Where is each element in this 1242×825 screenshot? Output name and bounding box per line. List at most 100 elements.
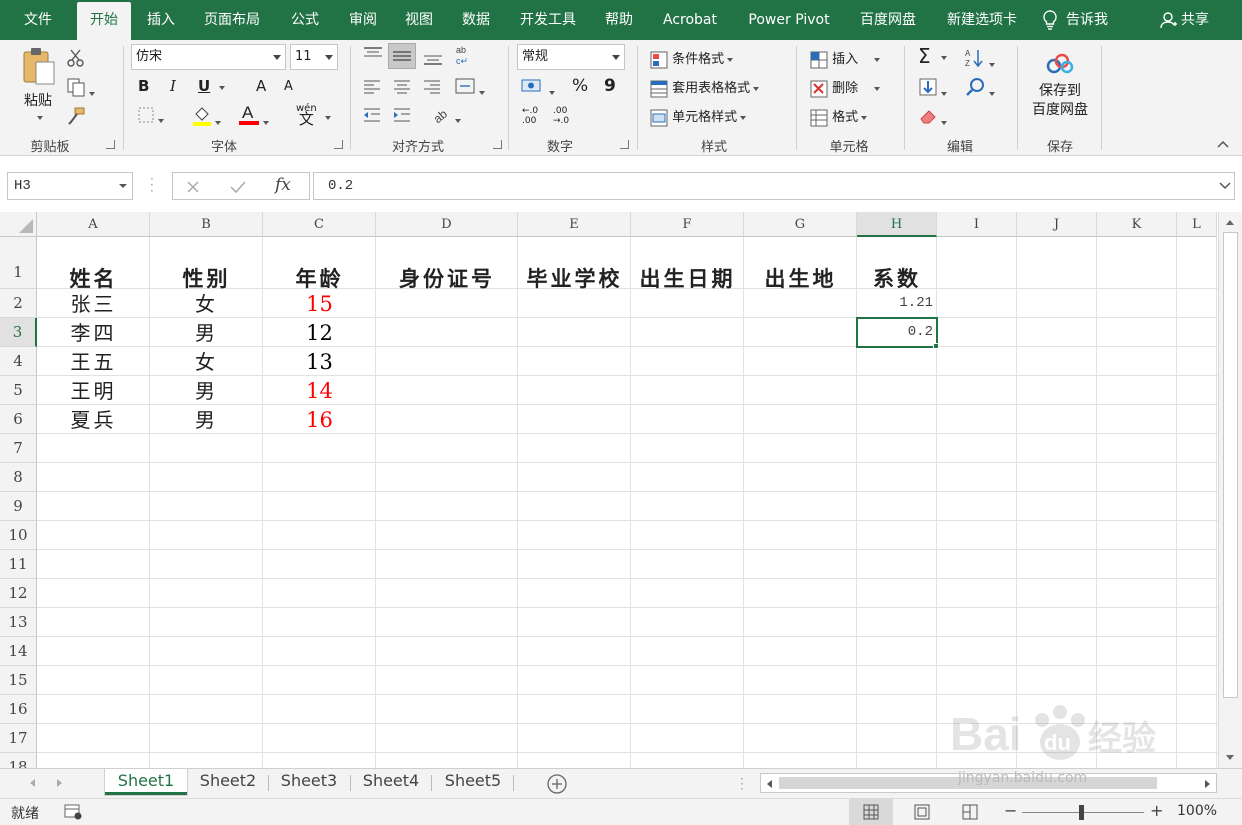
- column-header-f[interactable]: F: [631, 212, 744, 237]
- tab-review[interactable]: 审阅: [338, 0, 388, 40]
- tab-page-layout[interactable]: 页面布局: [194, 0, 270, 40]
- borders-button[interactable]: [137, 106, 164, 128]
- alignment-launcher[interactable]: [493, 140, 502, 149]
- header-cell[interactable]: 身份证号: [376, 237, 518, 291]
- row-header-6[interactable]: 6: [0, 405, 37, 434]
- sort-filter-button[interactable]: AZ: [964, 48, 995, 72]
- row-header-10[interactable]: 10: [0, 521, 37, 550]
- underline-dropdown[interactable]: [219, 86, 225, 90]
- format-painter-button[interactable]: [66, 106, 86, 130]
- row-header-16[interactable]: 16: [0, 695, 37, 724]
- font-size-combo[interactable]: 11: [290, 44, 338, 70]
- scroll-down-icon[interactable]: [1225, 754, 1235, 762]
- number-launcher[interactable]: [620, 140, 629, 149]
- bold-button[interactable]: B: [138, 77, 149, 95]
- zoom-in-button[interactable]: +: [1150, 801, 1163, 820]
- gender-cell[interactable]: 男: [150, 376, 263, 405]
- age-cell[interactable]: 16: [263, 405, 376, 434]
- tab-split-grip[interactable]: · · ·: [740, 773, 744, 795]
- sheet-tab-1[interactable]: Sheet1: [105, 769, 187, 795]
- tab-file[interactable]: 文件: [12, 0, 64, 40]
- row-header-2[interactable]: 2: [0, 289, 37, 318]
- name-cell[interactable]: 王五: [37, 347, 150, 376]
- page-break-view-button[interactable]: [948, 799, 992, 825]
- age-cell[interactable]: 13: [263, 347, 376, 376]
- conditional-format-button[interactable]: 条件格式: [650, 48, 734, 69]
- row-header-7[interactable]: 7: [0, 434, 37, 463]
- format-as-table-button[interactable]: 套用表格格式: [650, 77, 760, 98]
- header-cell[interactable]: 出生地: [744, 237, 857, 291]
- underline-button[interactable]: U: [198, 77, 210, 95]
- row-header-3[interactable]: 3: [0, 318, 37, 347]
- align-right-button[interactable]: [422, 77, 442, 99]
- merge-center-button[interactable]: [454, 76, 485, 100]
- find-select-button[interactable]: [966, 77, 995, 101]
- share-button[interactable]: 共享: [1160, 0, 1209, 40]
- header-cell[interactable]: 年龄: [263, 237, 376, 291]
- sheet-tab-2[interactable]: Sheet2: [188, 769, 268, 795]
- fill-handle[interactable]: [933, 343, 939, 349]
- tab-developer[interactable]: 开发工具: [510, 0, 586, 40]
- sheet-tab-5[interactable]: Sheet5: [433, 769, 513, 795]
- tab-insert[interactable]: 插入: [136, 0, 186, 40]
- tab-data[interactable]: 数据: [451, 0, 501, 40]
- number-format-combo[interactable]: 常规: [517, 44, 625, 70]
- row-header-11[interactable]: 11: [0, 550, 37, 579]
- percent-button[interactable]: %: [572, 76, 588, 96]
- copy-button[interactable]: [66, 77, 95, 101]
- align-bottom-button[interactable]: [422, 48, 444, 70]
- clipboard-launcher[interactable]: [106, 140, 115, 149]
- decrease-decimal-button[interactable]: .00 →.0: [553, 106, 569, 126]
- fill-color-button[interactable]: [192, 104, 221, 130]
- row-header-15[interactable]: 15: [0, 666, 37, 695]
- orientation-button[interactable]: ab: [430, 104, 461, 128]
- autosum-button[interactable]: Σ: [918, 44, 947, 68]
- worksheet-grid[interactable]: ABCDEFGHIJKL 1 2 3 4 5 6 7 8 9 10 11 12 13 14 15 16 17 18…: [0, 212, 1218, 768]
- tab-new-tab[interactable]: 新建选项卡: [936, 0, 1028, 40]
- row-header-14[interactable]: 14: [0, 637, 37, 666]
- age-cell[interactable]: 12: [263, 318, 376, 347]
- add-sheet-icon[interactable]: [546, 773, 568, 795]
- tab-home[interactable]: 开始: [77, 2, 131, 40]
- insert-function-button[interactable]: fx: [275, 175, 291, 195]
- align-left-button[interactable]: [362, 77, 382, 99]
- macro-record-icon[interactable]: [64, 804, 82, 820]
- column-header-g[interactable]: G: [744, 212, 857, 237]
- name-box[interactable]: H3: [7, 172, 133, 200]
- scroll-sheets-right-icon[interactable]: [56, 778, 64, 788]
- cell-styles-button[interactable]: 单元格样式: [650, 106, 747, 127]
- clear-button[interactable]: [918, 106, 947, 130]
- font-name-combo[interactable]: 仿宋: [131, 44, 286, 70]
- page-layout-view-button[interactable]: [900, 799, 944, 825]
- delete-cells-button[interactable]: 删除: [810, 77, 881, 98]
- header-cell[interactable]: 性别: [150, 237, 263, 291]
- fill-button[interactable]: [918, 77, 947, 101]
- grow-font-button[interactable]: A: [256, 77, 266, 95]
- column-header-i[interactable]: I: [937, 212, 1017, 237]
- vertical-scrollbar[interactable]: [1218, 212, 1242, 768]
- scroll-left-icon[interactable]: [765, 779, 773, 789]
- align-middle-button[interactable]: [388, 43, 416, 69]
- column-header-b[interactable]: B: [150, 212, 263, 237]
- coefficient-cell[interactable]: 1.21: [857, 289, 937, 318]
- column-header-h[interactable]: H: [857, 212, 937, 237]
- scroll-up-icon[interactable]: [1225, 218, 1235, 226]
- cut-button[interactable]: [66, 48, 86, 72]
- zoom-slider-thumb[interactable]: [1079, 805, 1084, 820]
- chevron-down-icon[interactable]: [118, 182, 128, 190]
- name-cell[interactable]: 张三: [37, 289, 150, 318]
- tab-baidu-netdisk[interactable]: 百度网盘: [850, 0, 926, 40]
- tab-help[interactable]: 帮助: [594, 0, 644, 40]
- select-all-corner[interactable]: [0, 212, 37, 237]
- gender-cell[interactable]: 男: [150, 318, 263, 347]
- column-header-a[interactable]: A: [37, 212, 150, 237]
- column-header-e[interactable]: E: [518, 212, 631, 237]
- row-header-5[interactable]: 5: [0, 376, 37, 405]
- row-header-12[interactable]: 12: [0, 579, 37, 608]
- collapse-ribbon-button[interactable]: [1216, 138, 1230, 153]
- tab-view[interactable]: 视图: [394, 0, 444, 40]
- row-header-1[interactable]: 1: [0, 237, 37, 289]
- tab-acrobat[interactable]: Acrobat: [652, 0, 728, 40]
- save-to-baidu-button[interactable]: 保存到 百度网盘: [1026, 52, 1094, 120]
- column-header-l[interactable]: L: [1177, 212, 1217, 237]
